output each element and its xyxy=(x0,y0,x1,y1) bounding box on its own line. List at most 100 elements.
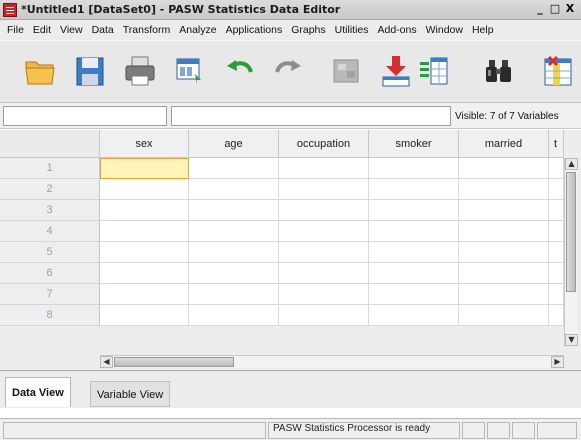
vertical-scroll-thumb[interactable] xyxy=(566,172,576,292)
scroll-down-icon[interactable]: ▼ xyxy=(565,334,578,346)
undo-icon[interactable] xyxy=(224,54,256,88)
redo-icon[interactable] xyxy=(272,54,304,88)
menu-addons[interactable]: Add-ons xyxy=(374,24,422,36)
data-cell[interactable] xyxy=(549,242,564,263)
scroll-left-icon[interactable]: ◀ xyxy=(100,356,113,368)
insert-cases-icon[interactable] xyxy=(380,54,412,88)
data-cell[interactable] xyxy=(279,305,369,326)
row-header[interactable]: 7 xyxy=(0,284,100,305)
data-cell[interactable] xyxy=(459,284,549,305)
row-header[interactable]: 2 xyxy=(0,179,100,200)
row-header[interactable]: 5 xyxy=(0,242,100,263)
menu-graphs[interactable]: Graphs xyxy=(287,24,330,36)
data-cell[interactable] xyxy=(369,179,459,200)
vertical-scrollbar[interactable]: ▲ ▼ xyxy=(564,158,578,346)
menu-data[interactable]: Data xyxy=(88,24,119,36)
find-icon[interactable] xyxy=(483,54,515,88)
cell-name-field[interactable] xyxy=(3,106,167,126)
data-cell[interactable] xyxy=(369,305,459,326)
data-cell[interactable] xyxy=(189,305,279,326)
menu-window[interactable]: Window xyxy=(422,24,468,36)
data-cell[interactable] xyxy=(549,284,564,305)
column-header-sex[interactable]: sex xyxy=(100,130,189,158)
data-cell[interactable] xyxy=(279,242,369,263)
row-header[interactable]: 6 xyxy=(0,263,100,284)
menu-edit[interactable]: Edit xyxy=(29,24,56,36)
data-cell[interactable] xyxy=(549,158,564,179)
data-cell[interactable] xyxy=(279,263,369,284)
data-cell[interactable] xyxy=(549,263,564,284)
column-header-occupation[interactable]: occupation xyxy=(279,130,369,158)
data-cell[interactable] xyxy=(100,200,189,221)
scroll-up-icon[interactable]: ▲ xyxy=(565,158,578,170)
active-cell[interactable] xyxy=(100,158,189,179)
menu-view[interactable]: View xyxy=(56,24,88,36)
data-cell[interactable] xyxy=(100,284,189,305)
data-cell[interactable] xyxy=(100,305,189,326)
column-header-age[interactable]: age xyxy=(189,130,279,158)
data-cell[interactable] xyxy=(459,200,549,221)
insert-variable-icon[interactable] xyxy=(541,54,573,88)
data-cell[interactable] xyxy=(459,179,549,200)
data-cell[interactable] xyxy=(369,200,459,221)
data-cell[interactable] xyxy=(189,284,279,305)
data-cell[interactable] xyxy=(279,179,369,200)
menu-applications[interactable]: Applications xyxy=(222,24,288,36)
data-cell[interactable] xyxy=(100,221,189,242)
data-cell[interactable] xyxy=(189,179,279,200)
data-cell[interactable] xyxy=(459,242,549,263)
menu-utilities[interactable]: Utilities xyxy=(331,24,374,36)
menu-analyze[interactable]: Analyze xyxy=(175,24,221,36)
data-cell[interactable] xyxy=(100,179,189,200)
print-icon[interactable] xyxy=(124,54,156,88)
data-cell[interactable] xyxy=(189,263,279,284)
menu-help[interactable]: Help xyxy=(468,24,499,36)
data-cell[interactable] xyxy=(549,221,564,242)
cell-value-field[interactable] xyxy=(171,106,451,126)
horizontal-scrollbar[interactable]: ◀ ▶ xyxy=(100,355,564,368)
data-cell[interactable] xyxy=(369,242,459,263)
column-header-partial[interactable]: t xyxy=(549,130,564,158)
menu-transform[interactable]: Transform xyxy=(119,24,175,36)
data-cell[interactable] xyxy=(459,305,549,326)
row-header[interactable]: 4 xyxy=(0,221,100,242)
minimize-button[interactable]: _ xyxy=(533,2,547,17)
tab-variable-view[interactable]: Variable View xyxy=(90,381,171,407)
data-cell[interactable] xyxy=(459,158,549,179)
row-header[interactable]: 3 xyxy=(0,200,100,221)
data-cell[interactable] xyxy=(459,263,549,284)
horizontal-scroll-thumb[interactable] xyxy=(114,357,234,367)
scroll-right-icon[interactable]: ▶ xyxy=(551,356,564,368)
column-header-smoker[interactable]: smoker xyxy=(369,130,459,158)
data-cell[interactable] xyxy=(369,221,459,242)
column-header-married[interactable]: married xyxy=(459,130,549,158)
row-header[interactable]: 8 xyxy=(0,305,100,326)
data-cell[interactable] xyxy=(100,242,189,263)
data-cell[interactable] xyxy=(100,263,189,284)
data-cell[interactable] xyxy=(279,200,369,221)
variables-icon[interactable] xyxy=(418,54,450,88)
data-cell[interactable] xyxy=(279,221,369,242)
data-cell[interactable] xyxy=(369,263,459,284)
data-cell[interactable] xyxy=(189,200,279,221)
data-cell[interactable] xyxy=(549,200,564,221)
save-icon[interactable] xyxy=(74,54,106,88)
row-header[interactable]: 1 xyxy=(0,158,100,179)
data-cell[interactable] xyxy=(459,221,549,242)
grid-corner[interactable] xyxy=(0,130,100,158)
data-cell[interactable] xyxy=(189,158,279,179)
data-cell[interactable] xyxy=(189,221,279,242)
tab-data-view[interactable]: Data View xyxy=(5,377,71,407)
data-cell[interactable] xyxy=(369,284,459,305)
data-cell[interactable] xyxy=(189,242,279,263)
data-cell[interactable] xyxy=(549,305,564,326)
data-cell[interactable] xyxy=(279,158,369,179)
data-cell[interactable] xyxy=(279,284,369,305)
close-button[interactable]: X xyxy=(563,2,577,17)
maximize-button[interactable]: □ xyxy=(548,2,562,17)
menu-file[interactable]: File xyxy=(3,24,29,36)
goto-case-icon[interactable] xyxy=(330,54,362,88)
open-folder-icon[interactable] xyxy=(24,54,56,88)
dialog-recall-icon[interactable] xyxy=(174,54,206,88)
data-cell[interactable] xyxy=(549,179,564,200)
